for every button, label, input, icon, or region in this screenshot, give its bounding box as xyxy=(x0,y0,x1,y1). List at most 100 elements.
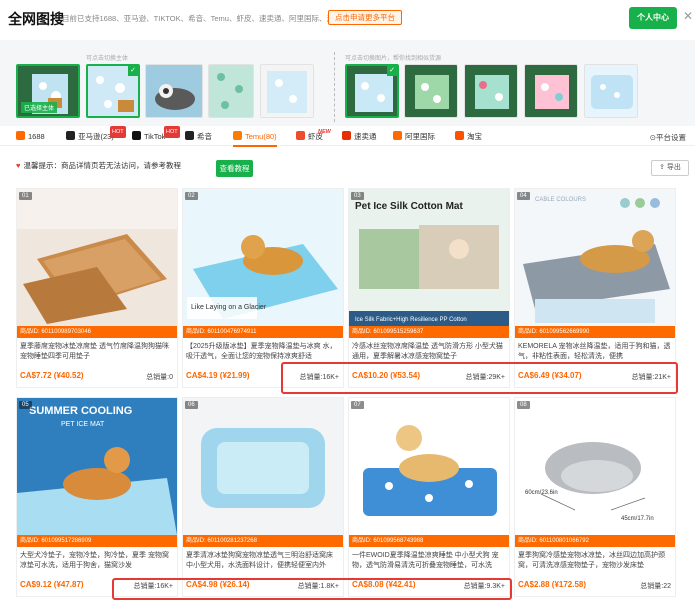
tab-tiktok[interactable]: TikTok HOT xyxy=(132,126,180,145)
subject-thumb-4[interactable] xyxy=(260,64,314,118)
product-title[interactable]: 冷感冰丝宠物凉席降温垫 透气防滑方形 小型犬猫通用，夏季解暑冰凉感宠物窝垫子 xyxy=(352,342,507,364)
image-subcaption: Ice Silk Fabric+High Resilience PP Cotto… xyxy=(355,317,467,323)
highlight-box xyxy=(112,578,512,600)
product-index: 05 xyxy=(19,401,32,409)
search-image-thumb-5[interactable] xyxy=(584,64,638,118)
selected-subject-caption: 已选择主体 xyxy=(21,102,58,113)
tab-label: Temu(80) xyxy=(245,132,277,141)
tab-taobao[interactable]: 淘宝 xyxy=(455,131,482,145)
notice-message: 温馨提示：商品详情页若无法访问，请参考教程 xyxy=(23,161,181,170)
tab-label: 希音 xyxy=(197,132,212,141)
hot-badge: HOT xyxy=(110,126,126,138)
search-image-thumb-3[interactable] xyxy=(464,64,518,118)
hot-badge: HOT xyxy=(164,126,180,138)
supported-platforms-text: 目前已支持1688、亚马逊、TIKTOK、希音、Temu、虾皮、速卖通、阿里国际… xyxy=(62,14,342,23)
product-title[interactable]: 夏季清凉冰垫狗窝宠物凉垫透气三明治舒适窝床 中小型犬用，水洗面料设计，便携轻便室… xyxy=(186,551,341,573)
product-title[interactable]: 夏季狗窝冷感垫宠物冰凉垫，冰丝四边加高护颈 窝，可清洗凉感宠物垫子，宠物沙发床垫 xyxy=(518,551,673,573)
search-image-thumb-1[interactable]: ✓ xyxy=(345,64,399,118)
product-sales: 总销量:22 xyxy=(640,583,671,590)
dimension-label: 45cm/17.7in xyxy=(621,516,654,522)
search-image-thumb-4[interactable] xyxy=(524,64,578,118)
tiktok-icon xyxy=(132,131,141,140)
highlight-box xyxy=(281,362,678,394)
subject-thumb-3[interactable] xyxy=(208,64,254,118)
product-index: 02 xyxy=(185,192,198,200)
product-card[interactable]: 07 商品ID: 601099568743988 一件EWOID夏季降温垫凉爽睡… xyxy=(348,397,510,597)
tab-temu[interactable]: Temu(80) xyxy=(233,131,277,147)
switch-image-hint: 可点击切换图片，帮你找到相似货源 xyxy=(345,56,442,62)
subject-image-2 xyxy=(146,65,202,117)
subject-thumb-1[interactable]: ✓ xyxy=(86,64,140,118)
product-id[interactable]: 商品ID: 601099562669990 xyxy=(515,326,675,338)
product-index: 04 xyxy=(517,192,530,200)
product-title[interactable]: 【2025升级版冰垫】夏季宠物降温垫与冰爽 水，吸汗透气，全面让您的宠物保持凉爽… xyxy=(186,342,341,364)
product-card[interactable]: 01 商品ID: 601100989703046 夏季藤席宠物冰垫凉席垫 透气竹… xyxy=(16,188,178,388)
product-image: SUMMER COOLING PET ICE MAT 05 xyxy=(17,398,177,535)
temu-icon xyxy=(233,131,242,140)
tab-1688[interactable]: 1688 xyxy=(16,131,45,145)
search-image-2 xyxy=(405,65,457,117)
tab-shopee[interactable]: 虾皮 NEW xyxy=(296,129,331,145)
subject-thumb-2[interactable] xyxy=(145,64,203,118)
product-id[interactable]: 商品ID: 601100281237268 xyxy=(183,535,343,547)
shein-icon xyxy=(185,131,194,140)
product-index: 07 xyxy=(351,401,364,409)
product-title[interactable]: KEMORELA 宠物冰丝降温垫，适用于狗和猫，透气，非粘性表面，轻松清洗，便携 xyxy=(518,342,673,364)
alibaba-icon xyxy=(393,131,402,140)
product-index: 03 xyxy=(351,192,364,200)
product-card[interactable]: 60cm/23.6in 45cm/17.7in 08 商品ID: 6011008… xyxy=(514,397,676,597)
product-card[interactable]: 06 商品ID: 601100281237268 夏季清凉冰垫狗窝宠物凉垫透气三… xyxy=(182,397,344,597)
apply-platforms-button[interactable]: 点击申请更多平台 xyxy=(328,10,402,25)
tab-label: 亚马逊(23) xyxy=(78,132,114,141)
product-id[interactable]: 商品ID: 601100989703046 xyxy=(17,326,177,338)
product-image: 06 xyxy=(183,398,343,535)
tab-shein[interactable]: 希音 xyxy=(185,131,212,145)
product-index: 01 xyxy=(19,192,32,200)
subject-image-3 xyxy=(209,65,253,117)
heart-icon: ♥ xyxy=(16,161,21,170)
close-icon[interactable]: ✕ xyxy=(683,9,693,23)
tab-label: 阿里国际 xyxy=(405,132,435,141)
aliexpress-icon xyxy=(342,131,351,140)
search-image-4 xyxy=(525,65,577,117)
user-center-button[interactable]: 个人中心 xyxy=(629,7,677,29)
dimension-label: 60cm/23.6in xyxy=(525,490,558,496)
tab-aliexpress[interactable]: 速卖通 xyxy=(342,131,377,145)
product-image: Pet Ice Silk Cotton Mat Ice Silk Fabric+… xyxy=(349,189,509,326)
image-caption: Pet Ice Silk Cotton Mat xyxy=(355,201,463,212)
tab-amazon[interactable]: 亚马逊(23) HOT xyxy=(66,126,126,145)
product-title[interactable]: 夏季藤席宠物冰垫凉席垫 透气竹席降温狗狗猫咪 宠物睡垫四季可用垫子 xyxy=(20,342,175,364)
strip-divider xyxy=(334,52,335,122)
product-id[interactable]: 商品ID: 601100476974911 xyxy=(183,326,343,338)
image-caption: CABLE COLOURS xyxy=(535,197,586,203)
product-card[interactable]: SUMMER COOLING PET ICE MAT 05 商品ID: 6010… xyxy=(16,397,178,597)
tab-alibaba[interactable]: 阿里国际 xyxy=(393,131,435,145)
view-tutorial-button[interactable]: 查看教程 xyxy=(216,160,253,177)
product-id[interactable]: 商品ID: 601099568743988 xyxy=(349,535,509,547)
product-id[interactable]: 商品ID: 601100801066792 xyxy=(515,535,675,547)
search-image-3 xyxy=(465,65,517,117)
product-id[interactable]: 商品ID: 601099515259637 xyxy=(349,326,509,338)
product-price: CA$2.88 (¥172.58) xyxy=(518,580,587,589)
tab-label: TikTok xyxy=(144,132,166,141)
product-index: 06 xyxy=(185,401,198,409)
export-button[interactable]: ⇪ 导出 xyxy=(651,160,689,176)
product-card[interactable]: CABLE COLOURS 04 商品ID: 601099562669990 K… xyxy=(514,188,676,388)
source-image-thumb[interactable]: 已选择主体 xyxy=(16,64,80,118)
switch-subject-hint: 可点击切换主体 xyxy=(86,56,129,62)
product-id[interactable]: 商品ID: 601099517286909 xyxy=(17,535,177,547)
search-image-thumb-2[interactable] xyxy=(404,64,458,118)
product-card[interactable]: Pet Ice Silk Cotton Mat Ice Silk Fabric+… xyxy=(348,188,510,388)
platform-settings-button[interactable]: ⊙平台设置 xyxy=(650,132,686,143)
product-card[interactable]: Like Laying on a Glacier 02 商品ID: 601100… xyxy=(182,188,344,388)
product-title[interactable]: 大型犬冷垫子，宠物冷垫，狗冷垫，夏季 宠物窝凉垫可水洗，适用于狗舍，猫窝沙发 xyxy=(20,551,175,573)
product-image: 07 xyxy=(349,398,509,535)
subject-image-4 xyxy=(261,65,313,117)
tab-label: 1688 xyxy=(28,132,45,141)
image-subcaption: PET ICE MAT xyxy=(61,421,105,428)
checkmark-icon: ✓ xyxy=(387,66,397,76)
product-price: CA$9.12 (¥47.87) xyxy=(20,580,84,589)
amazon-icon xyxy=(66,131,75,140)
search-image-5 xyxy=(585,65,637,117)
product-title[interactable]: 一件EWOID夏季降温垫凉爽睡垫 中小型犬狗 宠物，透气防滑易清洗可折叠宠物睡垫… xyxy=(352,551,507,573)
